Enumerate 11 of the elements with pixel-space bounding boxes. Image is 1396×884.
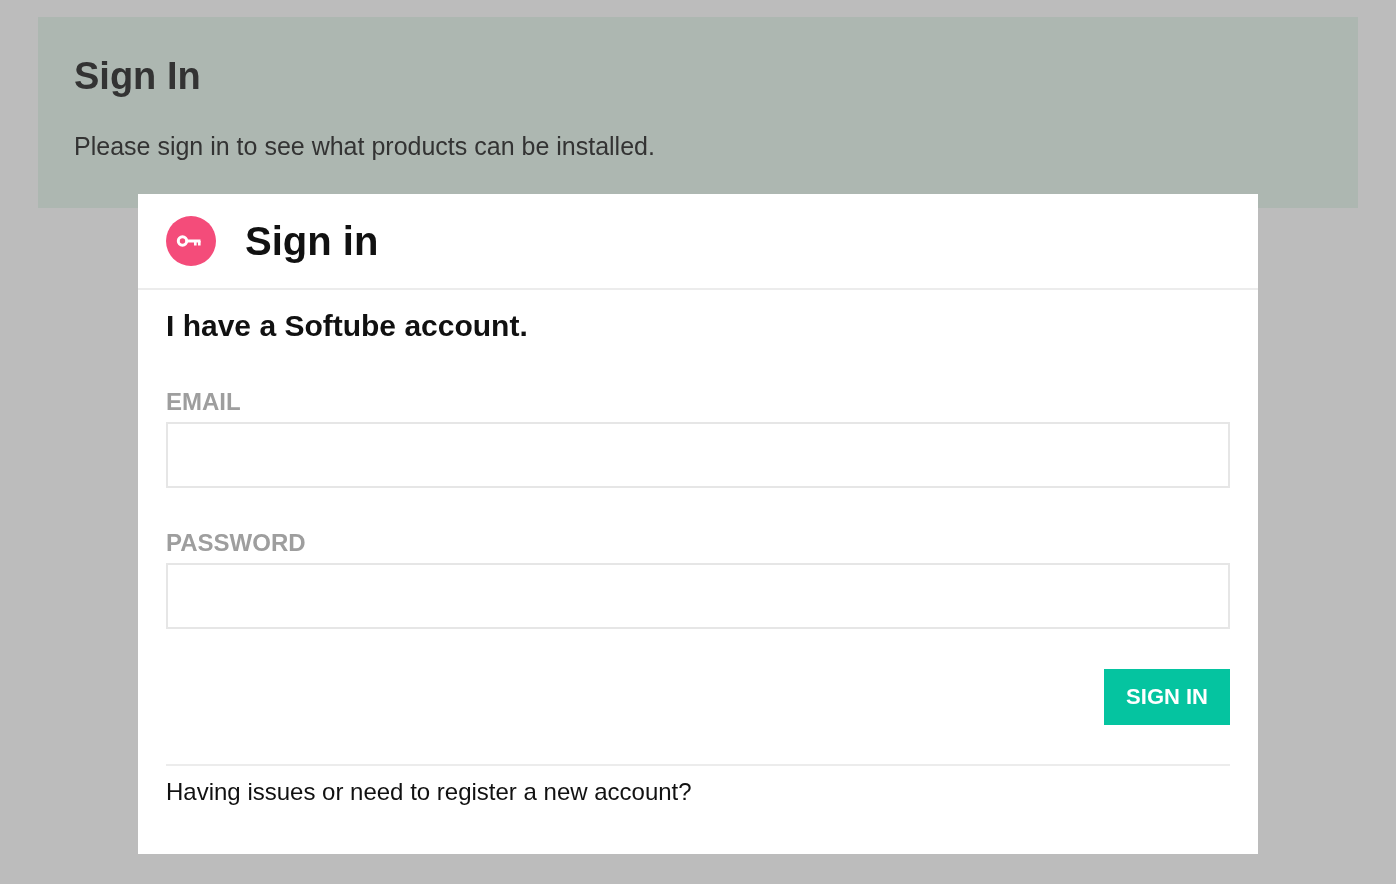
page-title: Sign In (74, 54, 201, 99)
sign-in-button[interactable]: SIGN IN (1104, 669, 1230, 725)
banner-message: Please sign in to see what products can be installed. (74, 131, 655, 161)
field-label: EMAIL (166, 388, 241, 416)
field-label: PASSWORD (166, 529, 306, 557)
form-heading: I have a Softube account. (166, 308, 528, 344)
input-field[interactable] (166, 563, 1230, 629)
help-text: Having issues or need to register a new account? (166, 777, 692, 807)
key-icon (166, 216, 216, 266)
input-field[interactable] (166, 422, 1230, 488)
dialog-title: Sign in (245, 218, 379, 265)
